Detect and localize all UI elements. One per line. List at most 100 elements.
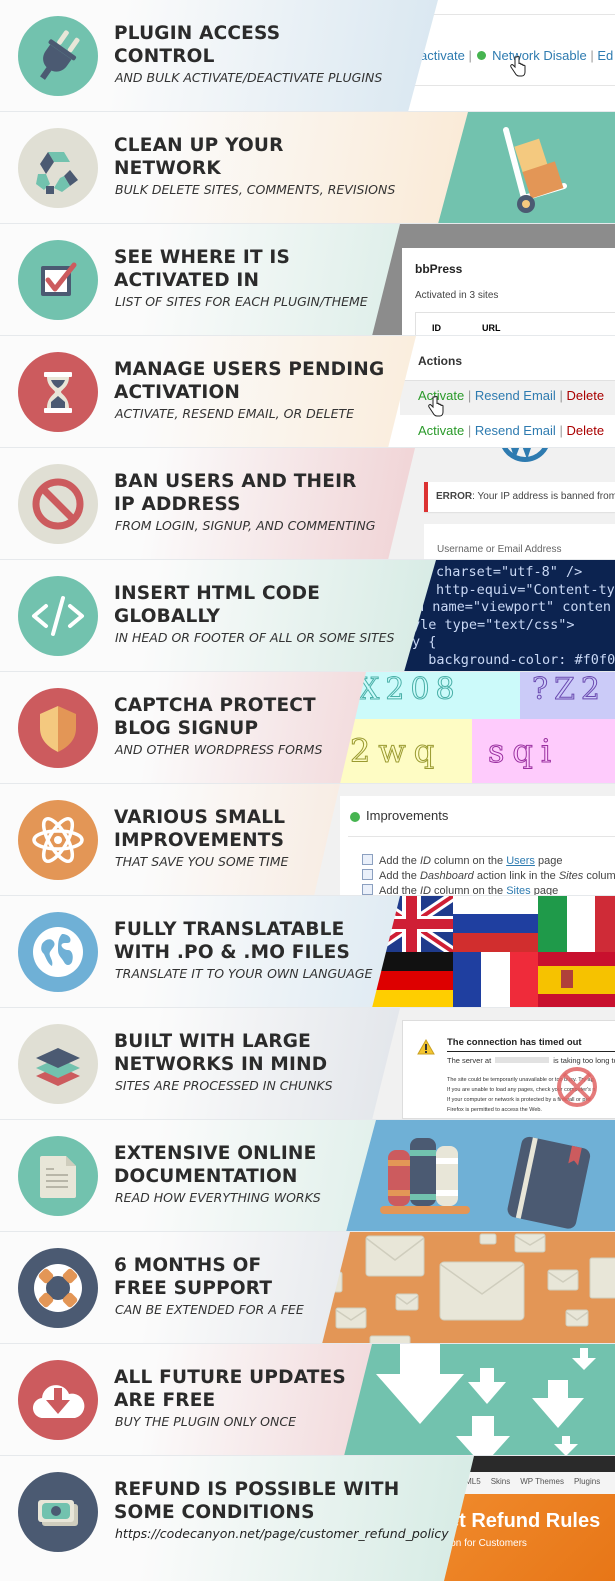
hand-truck-icon <box>503 127 567 213</box>
improvement-item[interactable]: Add the Dashboard action link in the Sit… <box>362 869 615 884</box>
feature-title: VARIOUS SMALL IMPROVEMENTS <box>114 807 286 851</box>
code-icon <box>18 576 98 656</box>
feature-title: BAN USERS AND THEIR IP ADDRESS <box>114 471 357 515</box>
document-icon <box>18 1136 98 1216</box>
feature-subtitle: LIST OF SITES FOR EACH PLUGIN/THEME <box>115 294 368 309</box>
feature-row-ban-users: ERROR: Your IP address is banned from lo… <box>0 448 615 560</box>
resend-email-link[interactable]: Resend Email <box>475 423 556 438</box>
network-disable-link[interactable]: Network Disable <box>492 48 587 63</box>
improvement-item[interactable]: Add the ID column on the Sites page <box>362 884 615 895</box>
checkbox[interactable] <box>362 869 373 880</box>
error-heading: The connection has timed out <box>447 1037 582 1048</box>
captcha-text: ?Z2 <box>531 672 607 708</box>
feature-subtitle: ACTIVATE, RESEND EMAIL, OR DELETE <box>115 406 355 421</box>
feature-title: CAPTCHA PROTECT BLOG SIGNUP <box>114 695 316 739</box>
feature-title: FULLY TRANSLATABLE WITH .PO & .MO FILES <box>114 919 351 963</box>
feature-row-translatable: FULLY TRANSLATABLE WITH .PO & .MO FILES T… <box>0 896 615 1008</box>
feature-subtitle: FROM LOGIN, SIGNUP, AND COMMENTING <box>115 518 376 533</box>
layers-icon <box>18 1024 98 1104</box>
cross-icon <box>557 1067 597 1107</box>
books-icon <box>380 1136 591 1229</box>
feature-row-captcha: X208 ?Z2 2wq sqi CAPTCHA PROTECT BLOG SIG… <box>0 672 615 784</box>
edit-link[interactable]: Ed <box>597 48 613 63</box>
shield-icon <box>18 688 98 768</box>
feature-subtitle: AND OTHER WORDPRESS FORMS <box>115 742 323 757</box>
feature-title: BUILT WITH LARGE NETWORKS IN MIND <box>114 1031 328 1075</box>
delete-link[interactable]: Delete <box>566 423 604 438</box>
ban-icon <box>18 464 98 544</box>
column-header-url[interactable]: URL <box>482 323 501 333</box>
feature-row-documentation: EXTENSIVE ONLINE DOCUMENTATION READ HOW E… <box>0 1120 615 1232</box>
activate-link[interactable]: activate <box>420 48 465 63</box>
lifebuoy-icon <box>18 1248 98 1328</box>
column-header-id[interactable]: ID <box>432 323 441 333</box>
feature-subtitle: THAT SAVE YOU SOME TIME <box>115 854 289 869</box>
flag-italy <box>538 896 615 952</box>
feature-title: 6 MONTHS OF FREE SUPPORT <box>114 1255 273 1299</box>
plugin-name: bbPress <box>415 262 463 276</box>
checkbox[interactable] <box>362 854 373 865</box>
cloud-download-icon <box>18 1360 98 1440</box>
feature-subtitle: BUY THE PLUGIN ONLY ONCE <box>115 1414 296 1429</box>
status-dot <box>350 812 360 822</box>
money-icon <box>18 1472 98 1552</box>
feature-row-refund: eHTML5SkinsWP ThemesPlugins et Refund Ru… <box>0 1456 615 1581</box>
activated-count: Activated in 3 sites <box>415 290 499 301</box>
wordpress-logo-icon <box>501 448 549 462</box>
captcha-text: sqi <box>487 732 560 771</box>
download-arrows-icon <box>376 1344 596 1455</box>
username-field-label: Username or Email Address <box>437 544 562 555</box>
hand-cursor-icon <box>510 56 526 77</box>
banner-title: et Refund Rules <box>448 1510 601 1532</box>
captcha-text: X208 <box>358 672 461 708</box>
flag-france <box>453 952 538 1007</box>
feature-row-insert-html: charset="utf-8" /> http-equiv="Content-ty… <box>0 560 615 672</box>
feature-title: ALL FUTURE UPDATES ARE FREE <box>114 1367 346 1411</box>
feature-row-clean-up: CLEAN UP YOUR NETWORK BULK DELETE SITES, … <box>0 112 615 224</box>
delete-link[interactable]: Delete <box>566 388 604 403</box>
feature-row-large-networks: The connection has timed out The server … <box>0 1008 615 1120</box>
checkbox[interactable] <box>362 884 373 895</box>
feature-row-free-support: 6 MONTHS OF FREE SUPPORT CAN BE EXTENDED … <box>0 1232 615 1344</box>
atom-icon <box>18 800 98 880</box>
feature-list: activate | Network Disable | Ed PLUGIN A… <box>0 0 615 1581</box>
feature-subtitle: CAN BE EXTENDED FOR A FEE <box>115 1302 304 1317</box>
feature-subtitle: READ HOW EVERYTHING WORKS <box>115 1190 321 1205</box>
hand-cursor-icon <box>428 396 444 417</box>
improvement-item[interactable]: Add the ID column on the Users page <box>362 854 615 869</box>
feature-row-pending-users: Actions Activate | Resend Email | Delete… <box>0 336 615 448</box>
flag-spain <box>538 952 615 1007</box>
activate-link[interactable]: Activate <box>418 423 464 438</box>
feature-title: SEE WHERE IT IS ACTIVATED IN <box>114 247 291 291</box>
feature-title: PLUGIN ACCESS CONTROL <box>114 23 281 67</box>
recycle-icon <box>18 128 98 208</box>
feature-row-future-updates: ALL FUTURE UPDATES ARE FREE BUY THE PLUGI… <box>0 1344 615 1456</box>
feature-title: CLEAN UP YOUR NETWORK <box>114 135 284 179</box>
code-snippet: charset="utf-8" /> http-equiv="Content-ty… <box>412 564 615 668</box>
feature-row-activated-in: bbPress Activated in 3 sites ID URL SEE … <box>0 224 615 336</box>
feature-subtitle: SITES ARE PROCESSED IN CHUNKS <box>115 1078 333 1093</box>
checkbox-icon <box>18 240 98 320</box>
status-dot <box>477 51 487 60</box>
feature-row-improvements: Improvements Add the ID column on the Us… <box>0 784 615 896</box>
globe-icon <box>18 912 98 992</box>
banner-subtitle: ion for Customers <box>448 1538 527 1549</box>
hourglass-icon <box>18 352 98 432</box>
flag-russia <box>453 896 538 952</box>
feature-subtitle: TRANSLATE IT TO YOUR OWN LANGUAGE <box>115 966 373 981</box>
feature-title: MANAGE USERS PENDING ACTIVATION <box>114 359 385 403</box>
resend-email-link[interactable]: Resend Email <box>475 388 556 403</box>
refund-policy-link[interactable]: https://codecanyon.net/page/customer_ref… <box>115 1526 449 1541</box>
feature-subtitle: BULK DELETE SITES, COMMENTS, REVISIONS <box>115 182 396 197</box>
warning-icon <box>417 1039 435 1055</box>
feature-title: EXTENSIVE ONLINE DOCUMENTATION <box>114 1143 317 1187</box>
feature-subtitle: AND BULK ACTIVATE/DEACTIVATE PLUGINS <box>115 70 383 85</box>
actions-header: Actions <box>418 354 463 368</box>
envelopes-icon <box>330 1233 615 1343</box>
feature-title: INSERT HTML CODE GLOBALLY <box>114 583 321 627</box>
plug-icon <box>18 16 98 96</box>
feature-title: REFUND IS POSSIBLE WITH SOME CONDITIONS <box>114 1479 400 1523</box>
feature-row-plugin-access: activate | Network Disable | Ed PLUGIN A… <box>0 0 615 112</box>
captcha-text: 2wq <box>349 732 443 771</box>
improvements-header: Improvements <box>366 808 449 823</box>
